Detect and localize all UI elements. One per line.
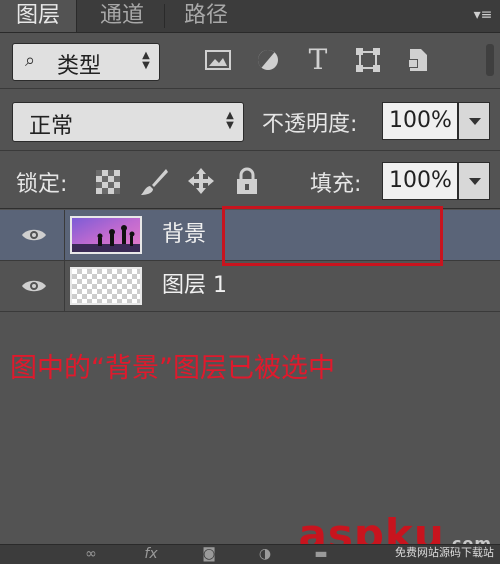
adjustment-filter-icon[interactable]	[252, 44, 284, 76]
new-group-icon[interactable]: ▬	[310, 546, 332, 562]
opacity-slider-toggle[interactable]	[458, 102, 490, 140]
lock-image-pixels-icon[interactable]	[138, 166, 170, 198]
search-icon: ⌕	[25, 50, 36, 71]
fill-label: 填充:	[310, 172, 362, 197]
annotation-text: 图中的“背景”图层已被选中	[10, 353, 335, 384]
layer-style-icon[interactable]: fx	[140, 546, 162, 562]
filter-type-dropdown[interactable]: ⌕ 类型 ▲ ▼	[12, 43, 160, 81]
add-mask-icon[interactable]: ◙	[198, 546, 220, 562]
lock-position-icon[interactable]	[186, 166, 216, 196]
layer-name[interactable]: 图层 1	[162, 261, 227, 311]
panel-menu-icon[interactable]: ▾≡	[472, 6, 494, 24]
tab-channels[interactable]: 通道	[84, 0, 160, 32]
opacity-label: 不透明度:	[262, 112, 358, 137]
blend-mode-value: 正常	[29, 114, 74, 139]
chevron-down-icon	[469, 118, 481, 125]
smart-object-filter-icon[interactable]	[402, 44, 434, 76]
link-layers-icon[interactable]: ∞	[80, 546, 102, 562]
selection-highlight-box	[222, 206, 443, 266]
watermark-caption: 免费网站源码下载站	[395, 546, 494, 559]
divider	[0, 150, 500, 151]
fill-input[interactable]: 100%	[382, 162, 458, 200]
filter-toggle-scroll[interactable]	[486, 44, 494, 76]
layer-thumbnail	[70, 216, 142, 254]
layer-thumbnail	[70, 267, 142, 305]
adjustment-layer-icon[interactable]: ◑	[254, 546, 276, 562]
dropdown-arrows-icon: ▲ ▼	[142, 50, 150, 71]
lock-label: 锁定:	[16, 172, 68, 197]
eye-icon	[22, 229, 46, 241]
tab-paths[interactable]: 路径	[168, 0, 244, 32]
type-filter-icon[interactable]: T	[302, 44, 334, 76]
tab-divider	[164, 4, 165, 28]
shape-filter-icon[interactable]	[352, 44, 384, 76]
fill-slider-toggle[interactable]	[458, 162, 490, 200]
visibility-toggle[interactable]	[0, 261, 65, 311]
tab-layers[interactable]: 图层	[0, 0, 77, 32]
visibility-toggle[interactable]	[0, 210, 65, 260]
dropdown-arrows-icon: ▲ ▼	[226, 110, 234, 131]
lock-all-icon[interactable]	[234, 166, 260, 196]
blend-mode-dropdown[interactable]: 正常 ▲ ▼	[12, 102, 244, 142]
lock-transparent-pixels-icon[interactable]	[96, 170, 120, 194]
layer-name[interactable]: 背景	[162, 210, 206, 260]
chevron-down-icon	[469, 178, 481, 185]
image-filter-icon[interactable]	[202, 44, 234, 76]
filter-type-label: 类型	[57, 54, 102, 79]
layer-row-layer1[interactable]: 图层 1	[0, 261, 500, 312]
eye-icon	[22, 280, 46, 292]
opacity-input[interactable]: 100%	[382, 102, 458, 140]
divider	[0, 88, 500, 89]
